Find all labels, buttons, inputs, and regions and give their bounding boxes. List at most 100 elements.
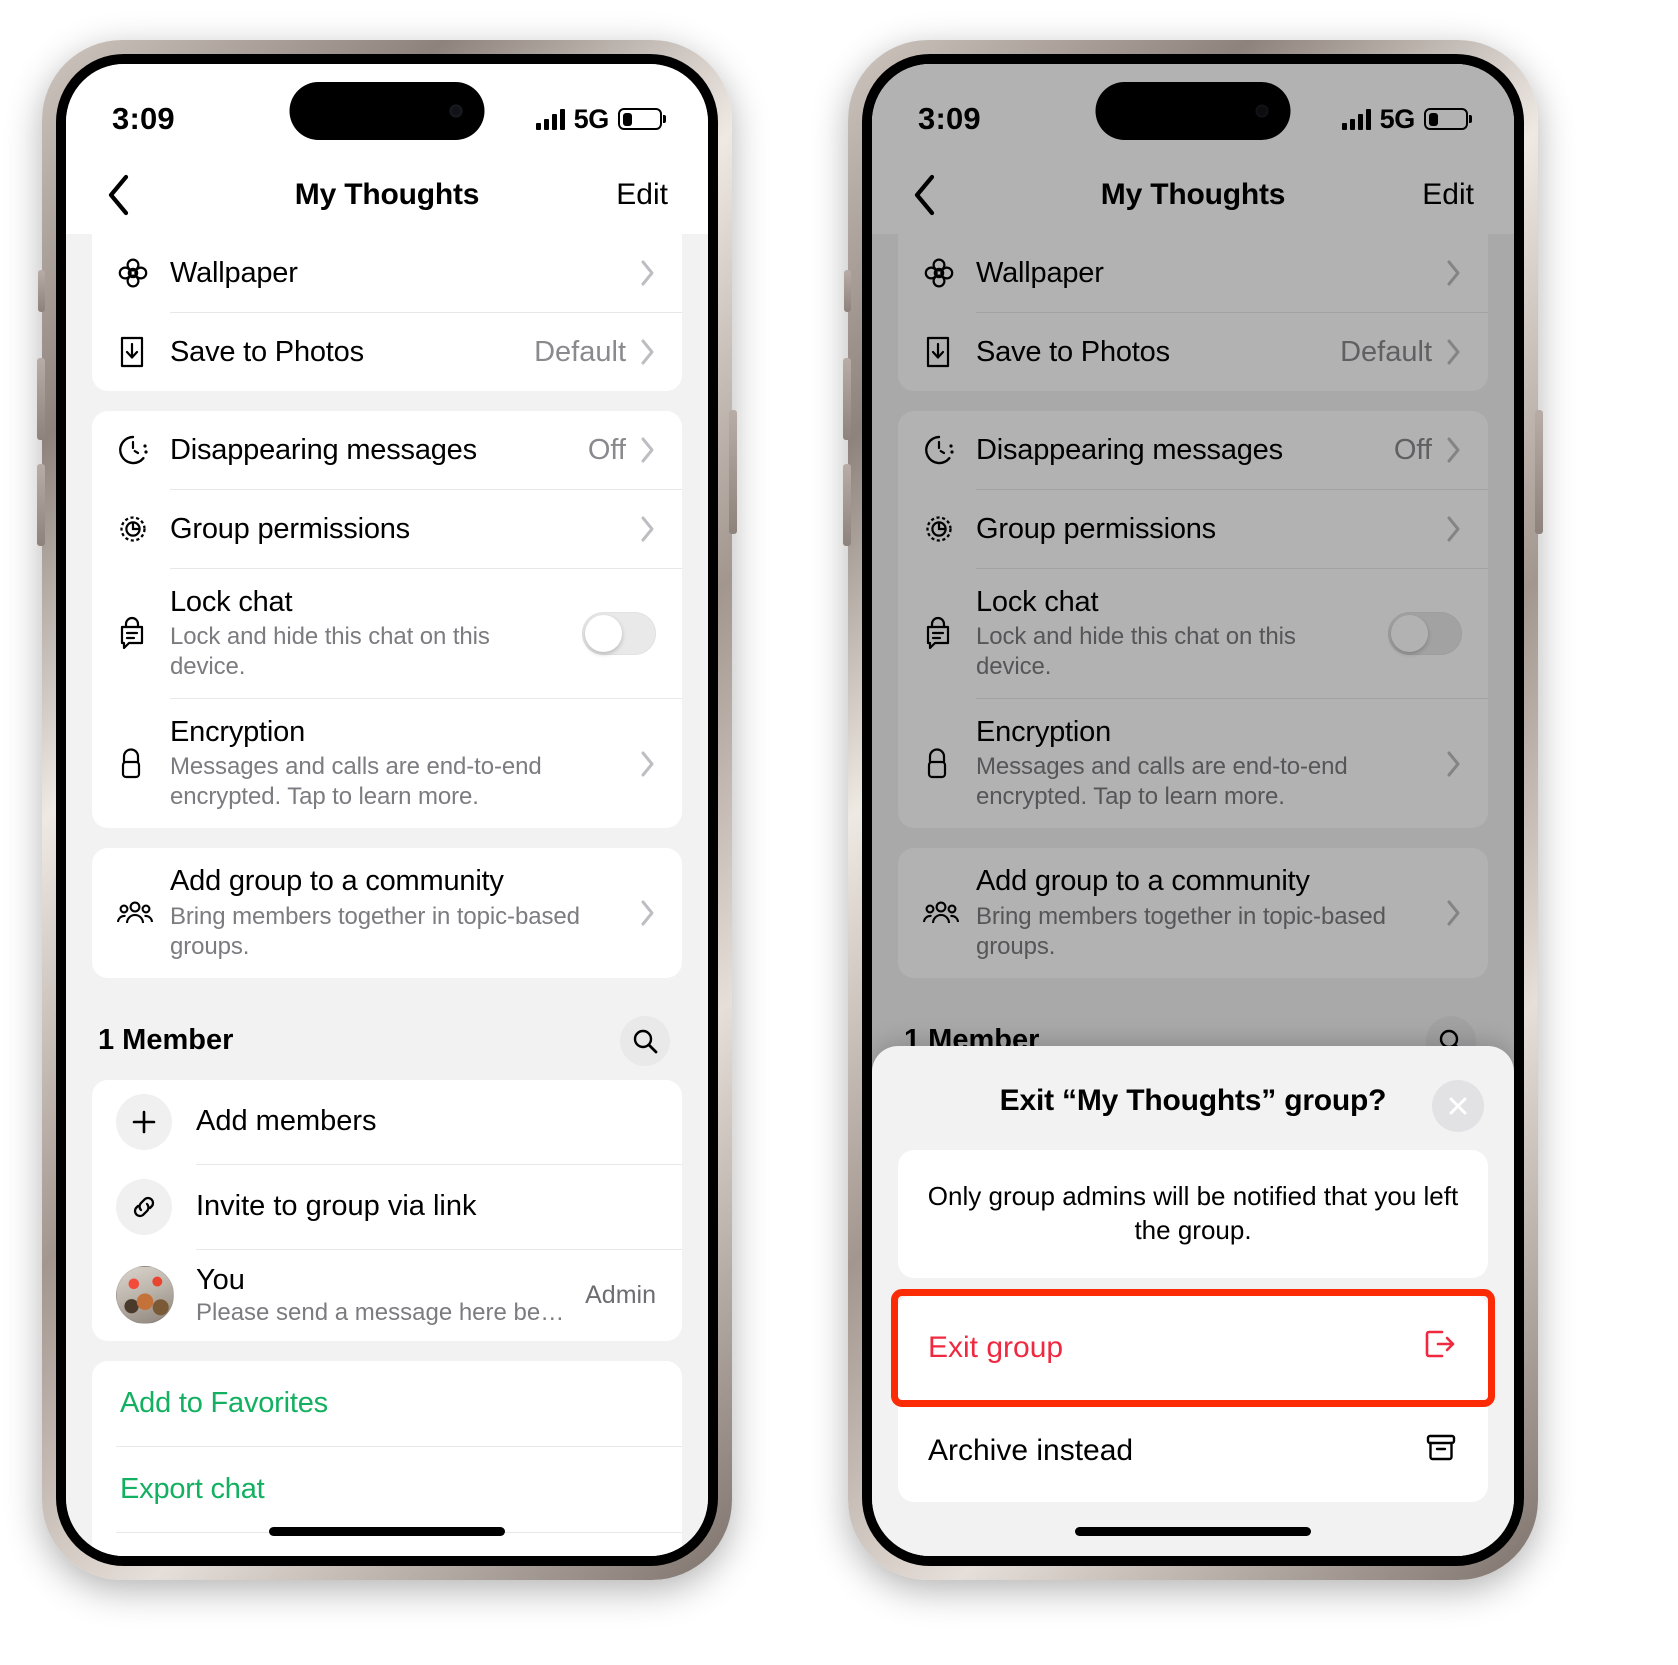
exit-door-arrow-icon: [1422, 1326, 1458, 1370]
row-invite-via-link[interactable]: Invite to group via link: [92, 1165, 682, 1249]
chevron-right-icon: [1446, 259, 1462, 287]
row-text: You Please send a message here before ca…: [196, 1250, 569, 1341]
lock-chat-toggle: [1388, 612, 1462, 656]
row-subtitle: Messages and calls are end-to-end encryp…: [976, 753, 1348, 811]
save-to-photos-icon: [116, 335, 170, 369]
row-encryption: Encryption Messages and calls are end-to…: [898, 699, 1488, 828]
row-text: Encryption Messages and calls are end-to…: [976, 699, 1432, 828]
row-text: Add group to a community Bring members t…: [170, 848, 626, 977]
wallpaper-icon: [116, 256, 170, 290]
action-add-to-favorites[interactable]: Add to Favorites: [92, 1361, 682, 1446]
row-lock-chat[interactable]: Lock chat Lock and hide this chat on thi…: [92, 569, 682, 698]
status-indicators: 5G: [1341, 104, 1468, 135]
search-members-button[interactable]: [620, 1015, 670, 1066]
screen-right: 3:09 5G My Thoughts Edit Wallpaper Save …: [872, 64, 1514, 1556]
action-export-chat[interactable]: Export chat: [92, 1447, 682, 1532]
chevron-right-icon: [640, 259, 656, 287]
row-subtitle: Bring members together in topic-based gr…: [170, 902, 580, 960]
status-bar: 3:09 5G: [872, 64, 1514, 156]
nav-bar: My Thoughts Edit: [66, 156, 708, 234]
volume-down-button[interactable]: [37, 464, 45, 546]
screenshot-root: 3:09 5G My Thoughts Edit Wallpaper Save …: [0, 0, 1678, 1665]
row-title: Invite to group via link: [196, 1190, 477, 1223]
home-indicator[interactable]: [1075, 1527, 1311, 1536]
dialog-note: Only group admins will be notified that …: [898, 1150, 1488, 1278]
chevron-right-icon: [640, 515, 656, 543]
settings-group-b: Disappearing messages Off Group permissi…: [898, 411, 1488, 829]
dialog-option-exit-group[interactable]: Exit group: [898, 1296, 1488, 1400]
row-text: Add group to a community Bring members t…: [976, 848, 1432, 977]
row-wallpaper[interactable]: Wallpaper: [92, 234, 682, 312]
page-title: My Thoughts: [1100, 178, 1286, 211]
volume-up-button[interactable]: [843, 358, 851, 440]
chevron-right-icon: [1446, 750, 1462, 778]
row-lock-chat: Lock chat Lock and hide this chat on thi…: [898, 569, 1488, 698]
mute-switch[interactable]: [38, 270, 45, 312]
back-button[interactable]: [106, 174, 130, 216]
group-permissions-icon: [116, 512, 170, 546]
phone-left: 3:09 5G My Thoughts Edit Wallpaper Save …: [37, 40, 737, 1580]
row-wallpaper: Wallpaper: [898, 234, 1488, 312]
status-time: 3:09: [112, 101, 175, 136]
row-title: Add group to a community: [170, 865, 504, 898]
row-title: Encryption: [170, 716, 306, 749]
dialog-option-archive-instead[interactable]: Archive instead: [898, 1400, 1488, 1502]
members-header: 1 Member: [66, 998, 708, 1080]
row-text: Encryption Messages and calls are end-to…: [170, 699, 626, 828]
row-disappearing-messages[interactable]: Disappearing messages Off: [92, 411, 682, 489]
row-text: Add members: [196, 1091, 656, 1152]
row-subtitle: Lock and hide this chat on this device.: [170, 623, 490, 681]
member-name: You: [196, 1263, 245, 1296]
battery-icon: [618, 108, 662, 130]
home-indicator[interactable]: [269, 1527, 505, 1536]
power-button[interactable]: [729, 410, 737, 534]
row-title: Save to Photos: [170, 335, 364, 368]
edit-button[interactable]: Edit: [1422, 178, 1474, 212]
mute-switch[interactable]: [844, 270, 851, 312]
row-value: Off: [1393, 433, 1432, 466]
power-button[interactable]: [1535, 410, 1543, 534]
screen-left: 3:09 5G My Thoughts Edit Wallpaper Save …: [66, 64, 708, 1556]
status-time: 3:09: [918, 101, 981, 136]
row-subtitle: Bring members together in topic-based gr…: [976, 902, 1386, 960]
row-text: Disappearing messages: [976, 417, 1382, 483]
settings-group-a: Wallpaper Save to Photos Default: [92, 234, 682, 391]
chevron-right-icon: [1446, 515, 1462, 543]
row-member-you[interactable]: You Please send a message here before ca…: [92, 1250, 682, 1341]
status-bar: 3:09 5G: [66, 64, 708, 156]
volume-up-button[interactable]: [37, 358, 45, 440]
exit-group-dialog: Exit “My Thoughts” group? Only group adm…: [872, 1046, 1514, 1556]
row-text: Wallpaper: [976, 240, 1432, 306]
row-value: Default: [534, 335, 626, 368]
nav-bar: My Thoughts Edit: [872, 156, 1514, 234]
volume-down-button[interactable]: [843, 464, 851, 546]
row-add-members[interactable]: Add members: [92, 1080, 682, 1164]
edit-button[interactable]: Edit: [616, 178, 668, 212]
action-clear-chat[interactable]: Clear chat: [92, 1533, 682, 1556]
battery-icon: [1424, 108, 1468, 130]
page-title: My Thoughts: [294, 178, 480, 211]
row-group-permissions[interactable]: Group permissions: [92, 490, 682, 568]
row-title: Wallpaper: [170, 256, 298, 289]
settings-scroll[interactable]: Wallpaper Save to Photos Default Disappe…: [66, 234, 708, 1556]
back-button[interactable]: [912, 174, 936, 216]
row-text: Lock chat Lock and hide this chat on thi…: [170, 569, 570, 698]
row-add-group-to-community[interactable]: Add group to a community Bring members t…: [92, 848, 682, 977]
row-value: Default: [1340, 335, 1432, 368]
row-title: Wallpaper: [976, 256, 1104, 289]
row-text: Disappearing messages: [170, 417, 576, 483]
encryption-lock-icon: [922, 746, 976, 782]
row-text: Wallpaper: [170, 240, 626, 306]
wallpaper-icon: [922, 256, 976, 290]
row-encryption[interactable]: Encryption Messages and calls are end-to…: [92, 699, 682, 828]
dialog-option-label: Archive instead: [928, 1434, 1134, 1467]
members-count-label: 1 Member: [98, 1024, 234, 1057]
close-button[interactable]: [1432, 1080, 1484, 1133]
row-save-to-photos[interactable]: Save to Photos Default: [92, 313, 682, 391]
plus-icon: [116, 1093, 172, 1150]
network-type-label: 5G: [573, 103, 610, 134]
chevron-right-icon: [1446, 436, 1462, 464]
lock-chat-toggle[interactable]: [582, 612, 656, 656]
row-text: Invite to group via link: [196, 1176, 656, 1237]
dialog-title: Exit “My Thoughts” group?: [999, 1084, 1387, 1118]
